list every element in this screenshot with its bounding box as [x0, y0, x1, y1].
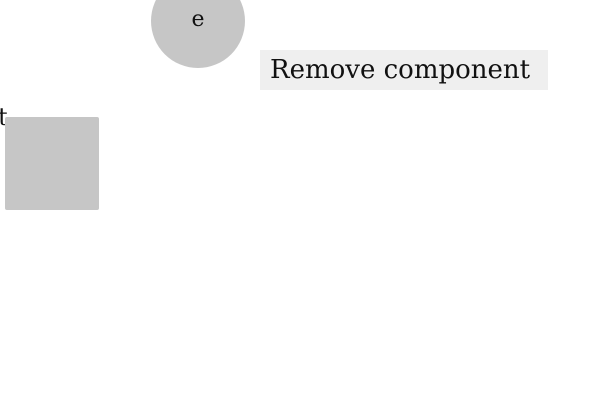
square-node[interactable] — [5, 117, 99, 210]
circle-node[interactable]: e — [151, 0, 245, 68]
circle-node-label: e — [191, 7, 205, 32]
remove-component-button[interactable]: Remove component — [260, 50, 548, 90]
